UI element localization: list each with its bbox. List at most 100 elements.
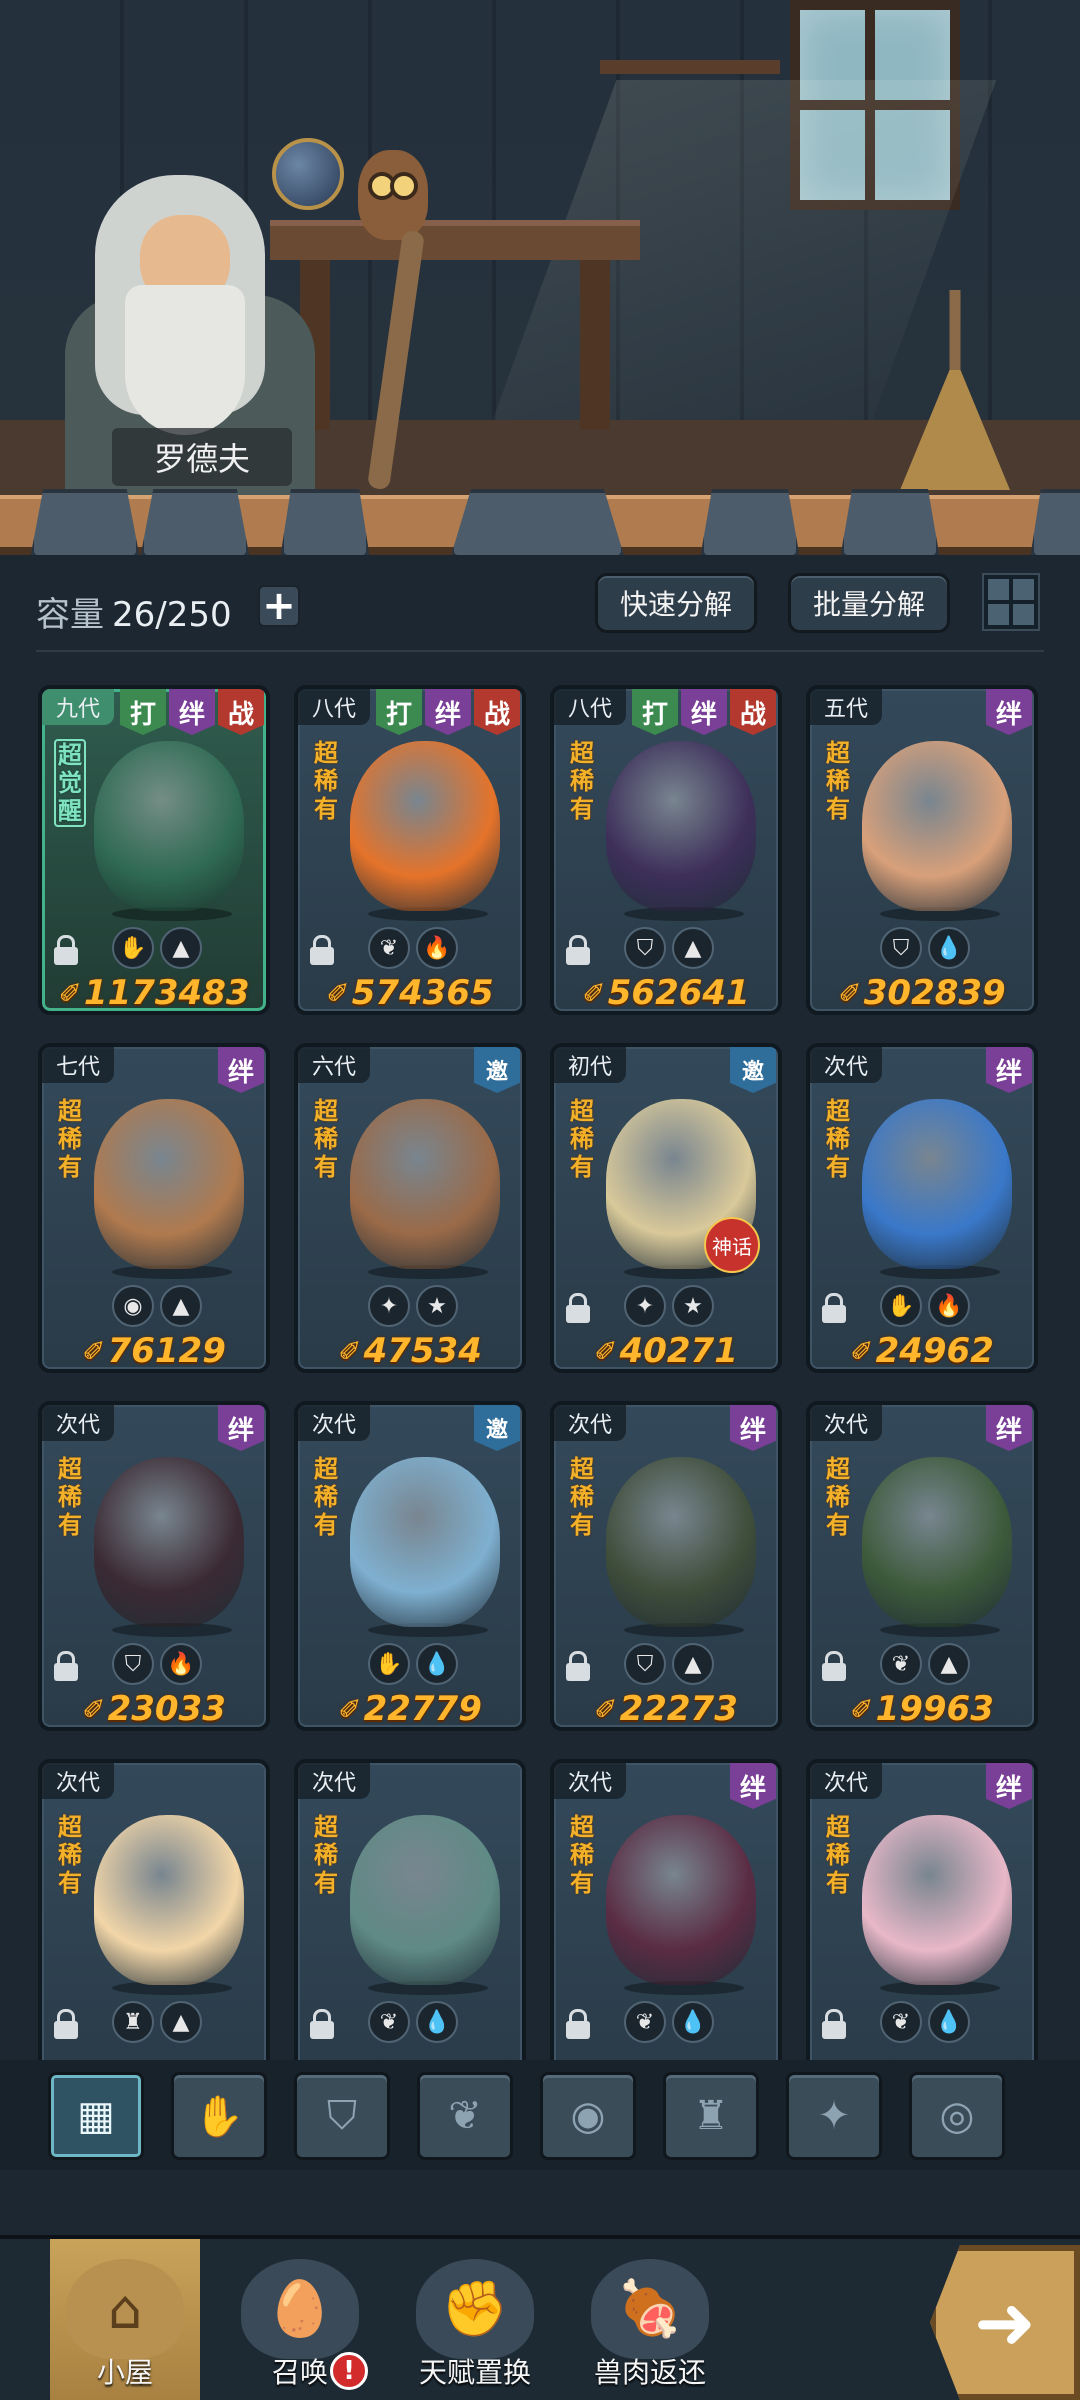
filter-egg-icon[interactable]: ◉ xyxy=(540,2072,636,2160)
horn-icon: ▲ xyxy=(672,1643,714,1685)
tower-icon: ♜ xyxy=(112,2001,154,2043)
creature-portrait xyxy=(350,1815,500,1985)
expand-capacity-button[interactable]: + xyxy=(258,583,300,629)
forward-arrow-button[interactable]: ➜ xyxy=(930,2245,1080,2400)
filter-sprout-icon[interactable]: ❦ xyxy=(417,2072,513,2160)
filter-shield-icon[interactable]: ⛉ xyxy=(294,2072,390,2160)
trait-tags: 绊 xyxy=(218,1405,264,1451)
creature-card[interactable]: 次代绊超稀有 ⛉ 🔥 ✐ 23033 xyxy=(38,1401,270,1731)
creature-card[interactable]: 次代 绊超稀有 ❦ 💧 xyxy=(806,1759,1038,2089)
trait-tag: 战 xyxy=(474,689,520,735)
creature-card[interactable]: 八代打绊战超稀有 ❦ 🔥 ✐ 574365 xyxy=(294,685,526,1015)
lock-icon[interactable] xyxy=(822,2009,846,2039)
desk-leg xyxy=(580,260,610,430)
rarity-label: 超稀有 xyxy=(826,1455,850,1539)
creature-card[interactable]: 次代绊超稀有 ⛉ ▲ ✐ 22273 xyxy=(550,1401,782,1731)
trait-tags: 绊 xyxy=(730,1405,776,1451)
filter-compass-icon[interactable]: ✦ xyxy=(786,2072,882,2160)
creature-panel: 容量 26/250 + 快速分解 批量分解 九代打绊战超觉醒 ✋ ▲ ✐ 1173483 八… xyxy=(0,555,1080,2235)
creature-card[interactable]: 次代 超稀有 ♜ ▲ xyxy=(38,1759,270,2089)
power-value: ✐ 574365 xyxy=(298,971,522,1011)
claw-icon: ✋ xyxy=(880,1285,922,1327)
lock-icon[interactable] xyxy=(566,1651,590,1681)
trait-tags: 绊 xyxy=(986,1763,1032,1809)
filter-tower-icon[interactable]: ♜ xyxy=(663,2072,759,2160)
fence-post xyxy=(840,489,940,555)
creature-card[interactable]: 次代 超稀有 ❦ 💧 xyxy=(294,1759,526,2089)
lock-icon[interactable] xyxy=(566,1293,590,1323)
water-icon: 💧 xyxy=(928,927,970,969)
horn-icon: ▲ xyxy=(672,927,714,969)
creature-card[interactable]: 次代绊超稀有 ❦ ▲ ✐ 19963 xyxy=(806,1401,1038,1731)
trait-tag: 绊 xyxy=(730,1763,776,1809)
filter-swirl-icon[interactable]: ◎ xyxy=(909,2072,1005,2160)
lock-icon[interactable] xyxy=(54,2009,78,2039)
attribute-icons: ❦ 🔥 xyxy=(368,927,458,969)
quick-decompose-button[interactable]: 快速分解 xyxy=(595,573,758,633)
sprout-icon: ❦ xyxy=(880,2001,922,2043)
nav-hut[interactable]: ⌂ 小屋 xyxy=(50,2239,200,2400)
creature-card[interactable]: 九代打绊战超觉醒 ✋ ▲ ✐ 1173483 xyxy=(38,685,270,1015)
creature-portrait xyxy=(94,1457,244,1627)
attribute-icons: ❦ 💧 xyxy=(624,2001,714,2043)
power-icon: ✐ xyxy=(58,976,82,1010)
creature-portrait xyxy=(862,741,1012,911)
trait-tags: 绊 xyxy=(986,1047,1032,1093)
power-icon: ✐ xyxy=(82,1334,106,1368)
power-value: ✐ 22273 xyxy=(554,1687,778,1727)
fire-icon: 🔥 xyxy=(416,927,458,969)
nav-meat-return[interactable]: 🍖 兽肉返还 xyxy=(575,2239,725,2400)
sprout-icon: ❦ xyxy=(368,2001,410,2043)
creature-card[interactable]: 八代打绊战超稀有 ⛉ ▲ ✐ 562641 xyxy=(550,685,782,1015)
power-number: 40271 xyxy=(619,1331,738,1371)
rarity-label: 超稀有 xyxy=(58,1455,82,1539)
horn-icon: ▲ xyxy=(160,2001,202,2043)
creature-card[interactable]: 次代绊超稀有 ✋ 🔥 ✐ 24962 xyxy=(806,1043,1038,1373)
creature-card[interactable]: 次代 绊超稀有 ❦ 💧 xyxy=(550,1759,782,2089)
creature-portrait xyxy=(606,741,756,911)
egg-icon: ◉ xyxy=(112,1285,154,1327)
generation-label: 九代 xyxy=(42,689,115,725)
batch-decompose-button[interactable]: 批量分解 xyxy=(788,573,951,633)
creature-card[interactable]: 初代邀超稀有 神话 ✦ ★ ✐ 40271 xyxy=(550,1043,782,1373)
shield-icon: ⛉ xyxy=(112,1643,154,1685)
nav-meat-return-label: 兽肉返还 xyxy=(593,2356,706,2389)
fence-post xyxy=(1030,489,1080,555)
creature-card[interactable]: 六代邀超稀有 ✦ ★ ✐ 47534 xyxy=(294,1043,526,1373)
trait-tag: 绊 xyxy=(986,1763,1032,1809)
generation-label: 七代 xyxy=(42,1047,115,1083)
claw-icon: ✋ xyxy=(368,1643,410,1685)
grid-view-icon[interactable] xyxy=(982,573,1040,631)
lock-icon[interactable] xyxy=(822,1651,846,1681)
generation-label: 初代 xyxy=(554,1047,627,1083)
power-number: 1173483 xyxy=(83,973,250,1013)
trait-tags: 邀 xyxy=(730,1047,776,1093)
generation-label: 八代 xyxy=(554,689,627,725)
trait-tag: 绊 xyxy=(218,1405,264,1451)
trait-tag: 打 xyxy=(632,689,678,735)
filter-claw-icon[interactable]: ✋ xyxy=(171,2072,267,2160)
lock-icon[interactable] xyxy=(54,935,78,965)
power-value: ✐ 19963 xyxy=(810,1687,1034,1727)
nav-talent-swap[interactable]: ✊ 天赋置换 xyxy=(400,2239,550,2400)
fence-post xyxy=(450,489,625,555)
trait-tag: 绊 xyxy=(425,689,471,735)
lock-icon[interactable] xyxy=(566,935,590,965)
hut-icon: ⌂ xyxy=(66,2259,184,2359)
lock-icon[interactable] xyxy=(310,2009,334,2039)
creature-card[interactable]: 五代绊超稀有 ⛉ 💧 ✐ 302839 xyxy=(806,685,1038,1015)
rarity-label: 超稀有 xyxy=(570,1097,594,1181)
lock-icon[interactable] xyxy=(566,2009,590,2039)
shield-icon: ⛉ xyxy=(624,927,666,969)
creature-portrait xyxy=(862,1099,1012,1269)
power-icon: ✐ xyxy=(338,1692,362,1726)
rarity-label: 超稀有 xyxy=(570,1455,594,1539)
star5-icon: ★ xyxy=(672,1285,714,1327)
creature-card[interactable]: 次代邀超稀有 ✋ 💧 ✐ 22779 xyxy=(294,1401,526,1731)
lock-icon[interactable] xyxy=(310,935,334,965)
lock-icon[interactable] xyxy=(822,1293,846,1323)
rarity-label: 超稀有 xyxy=(314,1097,338,1181)
creature-card[interactable]: 七代绊超稀有 ◉ ▲ ✐ 76129 xyxy=(38,1043,270,1373)
filter-all-icon[interactable]: ▦ xyxy=(48,2072,144,2160)
lock-icon[interactable] xyxy=(54,1651,78,1681)
